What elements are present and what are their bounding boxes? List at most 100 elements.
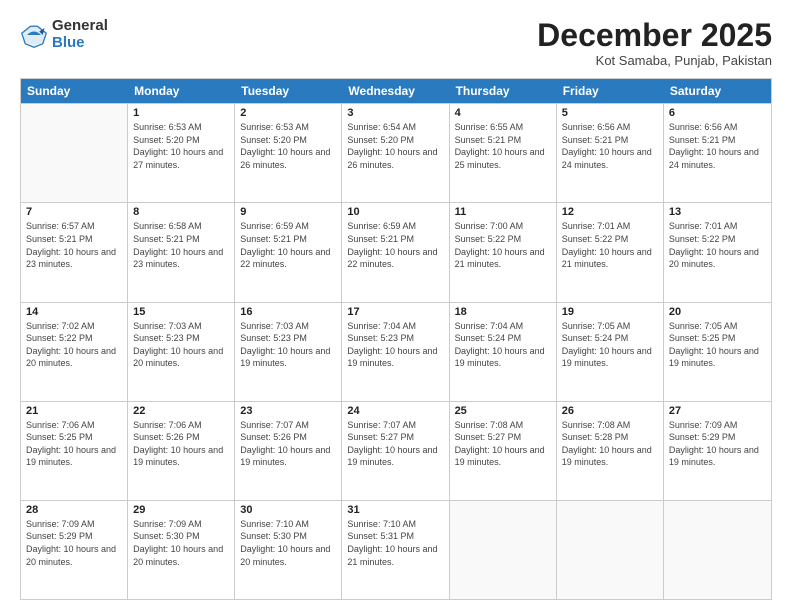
logo-icon [20, 21, 48, 49]
day-info: Sunrise: 7:05 AMSunset: 5:24 PMDaylight:… [562, 320, 658, 370]
day-number: 16 [240, 306, 336, 318]
cal-cell: 29 Sunrise: 7:09 AMSunset: 5:30 PMDayligh… [128, 501, 235, 599]
cal-cell: 10 Sunrise: 6:59 AMSunset: 5:21 PMDayligh… [342, 203, 449, 301]
day-info: Sunrise: 7:10 AMSunset: 5:31 PMDaylight:… [347, 518, 443, 568]
cal-cell: 1 Sunrise: 6:53 AMSunset: 5:20 PMDaylight… [128, 104, 235, 202]
cal-cell: 30 Sunrise: 7:10 AMSunset: 5:30 PMDayligh… [235, 501, 342, 599]
day-number: 1 [133, 107, 229, 119]
day-info: Sunrise: 6:59 AMSunset: 5:21 PMDaylight:… [347, 220, 443, 270]
day-number: 24 [347, 405, 443, 417]
cal-cell: 24 Sunrise: 7:07 AMSunset: 5:27 PMDayligh… [342, 402, 449, 500]
day-info: Sunrise: 6:55 AMSunset: 5:21 PMDaylight:… [455, 121, 551, 171]
day-info: Sunrise: 6:54 AMSunset: 5:20 PMDaylight:… [347, 121, 443, 171]
cal-cell: 17Sunrise: 7:04 AMSunset: 5:23 PMDayligh… [342, 303, 449, 401]
day-info: Sunrise: 7:08 AMSunset: 5:28 PMDaylight:… [562, 419, 658, 469]
day-number: 31 [347, 504, 443, 516]
cal-cell [664, 501, 771, 599]
day-number: 22 [133, 405, 229, 417]
cal-cell [21, 104, 128, 202]
day-number: 19 [562, 306, 658, 318]
calendar-header: SundayMondayTuesdayWednesdayThursdayFrid… [21, 79, 771, 103]
cal-cell [450, 501, 557, 599]
day-number: 4 [455, 107, 551, 119]
day-number: 13 [669, 206, 766, 218]
cal-cell [557, 501, 664, 599]
day-number: 2 [240, 107, 336, 119]
day-number: 9 [240, 206, 336, 218]
cal-cell: 14Sunrise: 7:02 AMSunset: 5:22 PMDayligh… [21, 303, 128, 401]
cal-cell: 21 Sunrise: 7:06 AMSunset: 5:25 PMDayligh… [21, 402, 128, 500]
day-number: 5 [562, 107, 658, 119]
weekday-header-saturday: Saturday [664, 79, 771, 103]
day-info: Sunrise: 7:06 AMSunset: 5:25 PMDaylight:… [26, 419, 122, 469]
cal-cell: 7Sunrise: 6:57 AMSunset: 5:21 PMDaylight… [21, 203, 128, 301]
weekday-header-sunday: Sunday [21, 79, 128, 103]
day-info: Sunrise: 7:09 AMSunset: 5:29 PMDaylight:… [669, 419, 766, 469]
cal-cell: 2Sunrise: 6:53 AMSunset: 5:20 PMDaylight… [235, 104, 342, 202]
cal-cell: 20 Sunrise: 7:05 AMSunset: 5:25 PMDayligh… [664, 303, 771, 401]
day-number: 15 [133, 306, 229, 318]
weekday-header-wednesday: Wednesday [342, 79, 449, 103]
day-info: Sunrise: 7:05 AMSunset: 5:25 PMDaylight:… [669, 320, 766, 370]
day-info: Sunrise: 6:58 AMSunset: 5:21 PMDaylight:… [133, 220, 229, 270]
cal-cell: 9Sunrise: 6:59 AMSunset: 5:21 PMDaylight… [235, 203, 342, 301]
location-subtitle: Kot Samaba, Punjab, Pakistan [537, 53, 772, 68]
cal-cell: 5 Sunrise: 6:56 AMSunset: 5:21 PMDaylight… [557, 104, 664, 202]
day-number: 11 [455, 206, 551, 218]
cal-cell: 28 Sunrise: 7:09 AMSunset: 5:29 PMDayligh… [21, 501, 128, 599]
day-number: 8 [133, 206, 229, 218]
day-info: Sunrise: 6:57 AMSunset: 5:21 PMDaylight:… [26, 220, 122, 270]
logo-general-text: General [52, 18, 108, 35]
cal-cell: 16Sunrise: 7:03 AMSunset: 5:23 PMDayligh… [235, 303, 342, 401]
week-row-1: 1 Sunrise: 6:53 AMSunset: 5:20 PMDaylight… [21, 103, 771, 202]
day-number: 17 [347, 306, 443, 318]
day-info: Sunrise: 7:04 AMSunset: 5:24 PMDaylight:… [455, 320, 551, 370]
day-number: 29 [133, 504, 229, 516]
day-info: Sunrise: 7:01 AMSunset: 5:22 PMDaylight:… [562, 220, 658, 270]
calendar: SundayMondayTuesdayWednesdayThursdayFrid… [20, 78, 772, 600]
cal-cell: 13 Sunrise: 7:01 AMSunset: 5:22 PMDayligh… [664, 203, 771, 301]
week-row-3: 14Sunrise: 7:02 AMSunset: 5:22 PMDayligh… [21, 302, 771, 401]
cal-cell: 27Sunrise: 7:09 AMSunset: 5:29 PMDayligh… [664, 402, 771, 500]
day-info: Sunrise: 7:08 AMSunset: 5:27 PMDaylight:… [455, 419, 551, 469]
day-info: Sunrise: 7:09 AMSunset: 5:30 PMDaylight:… [133, 518, 229, 568]
day-number: 18 [455, 306, 551, 318]
day-number: 30 [240, 504, 336, 516]
cal-cell: 26 Sunrise: 7:08 AMSunset: 5:28 PMDayligh… [557, 402, 664, 500]
cal-cell: 22 Sunrise: 7:06 AMSunset: 5:26 PMDayligh… [128, 402, 235, 500]
page: General Blue December 2025 Kot Samaba, P… [0, 0, 792, 612]
day-info: Sunrise: 6:53 AMSunset: 5:20 PMDaylight:… [133, 121, 229, 171]
logo-blue-text: Blue [52, 35, 108, 52]
title-block: December 2025 Kot Samaba, Punjab, Pakist… [537, 18, 772, 68]
cal-cell: 12Sunrise: 7:01 AMSunset: 5:22 PMDayligh… [557, 203, 664, 301]
day-number: 23 [240, 405, 336, 417]
weekday-header-thursday: Thursday [450, 79, 557, 103]
cal-cell: 4 Sunrise: 6:55 AMSunset: 5:21 PMDaylight… [450, 104, 557, 202]
day-number: 21 [26, 405, 122, 417]
weekday-header-tuesday: Tuesday [235, 79, 342, 103]
day-info: Sunrise: 7:06 AMSunset: 5:26 PMDaylight:… [133, 419, 229, 469]
day-number: 28 [26, 504, 122, 516]
cal-cell: 23 Sunrise: 7:07 AMSunset: 5:26 PMDayligh… [235, 402, 342, 500]
calendar-body: 1 Sunrise: 6:53 AMSunset: 5:20 PMDaylight… [21, 103, 771, 599]
day-number: 20 [669, 306, 766, 318]
month-title: December 2025 [537, 18, 772, 53]
day-info: Sunrise: 7:03 AMSunset: 5:23 PMDaylight:… [133, 320, 229, 370]
cal-cell: 8 Sunrise: 6:58 AMSunset: 5:21 PMDaylight… [128, 203, 235, 301]
day-info: Sunrise: 7:10 AMSunset: 5:30 PMDaylight:… [240, 518, 336, 568]
day-info: Sunrise: 6:56 AMSunset: 5:21 PMDaylight:… [669, 121, 766, 171]
logo-text: General Blue [52, 18, 108, 51]
cal-cell: 6Sunrise: 6:56 AMSunset: 5:21 PMDaylight… [664, 104, 771, 202]
day-info: Sunrise: 7:07 AMSunset: 5:26 PMDaylight:… [240, 419, 336, 469]
day-number: 10 [347, 206, 443, 218]
logo: General Blue [20, 18, 108, 51]
week-row-4: 21 Sunrise: 7:06 AMSunset: 5:25 PMDayligh… [21, 401, 771, 500]
weekday-header-monday: Monday [128, 79, 235, 103]
day-info: Sunrise: 7:09 AMSunset: 5:29 PMDaylight:… [26, 518, 122, 568]
day-info: Sunrise: 6:56 AMSunset: 5:21 PMDaylight:… [562, 121, 658, 171]
week-row-5: 28 Sunrise: 7:09 AMSunset: 5:29 PMDayligh… [21, 500, 771, 599]
cal-cell: 19 Sunrise: 7:05 AMSunset: 5:24 PMDayligh… [557, 303, 664, 401]
day-info: Sunrise: 7:01 AMSunset: 5:22 PMDaylight:… [669, 220, 766, 270]
day-info: Sunrise: 7:07 AMSunset: 5:27 PMDaylight:… [347, 419, 443, 469]
day-number: 26 [562, 405, 658, 417]
